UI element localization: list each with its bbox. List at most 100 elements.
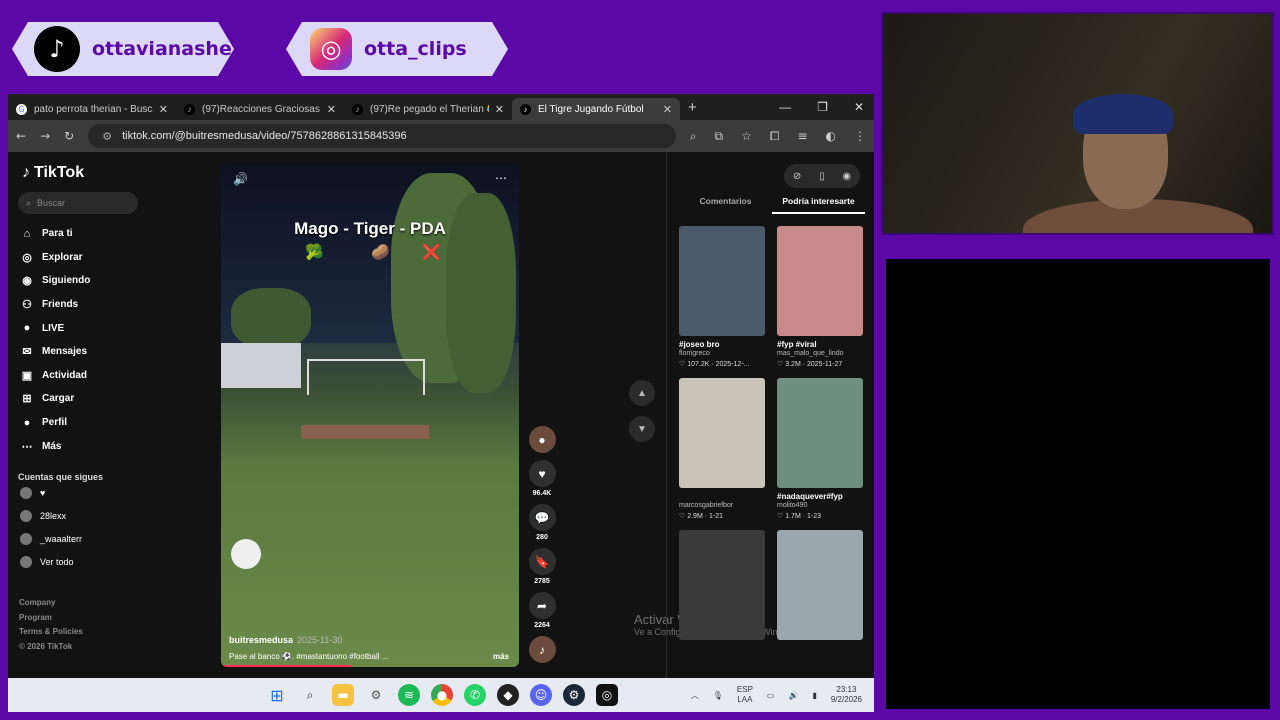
new-tab-button[interactable]: + (688, 99, 697, 116)
sound-disc[interactable]: ♪ (528, 636, 556, 663)
close-window-icon[interactable]: ✕ (854, 100, 864, 114)
search-input[interactable]: ⌕ Buscar (18, 192, 138, 214)
clock[interactable]: 23:13 9/2/2026 (831, 685, 862, 705)
recommended-video-card[interactable] (679, 530, 765, 674)
close-tab-icon[interactable]: ✕ (159, 103, 168, 116)
footer-link[interactable]: Program (19, 611, 83, 626)
nav-item-cargar[interactable]: ⊞ Cargar (18, 387, 138, 411)
following-item[interactable]: _waaalterr (18, 528, 138, 551)
video-thumbnail[interactable] (679, 226, 765, 336)
close-tab-icon[interactable]: ✕ (327, 103, 336, 116)
more-options-icon[interactable]: ⋯ (495, 171, 507, 185)
tray-overflow-icon[interactable]: ︿ (691, 690, 699, 701)
media-controls-icon[interactable]: ≡ (797, 129, 807, 144)
cast-icon[interactable]: ⧉ (715, 129, 724, 144)
recommended-video-card[interactable]: marcosgabrielbor ♡ 2.9M · 1-21 (679, 378, 765, 522)
action-2[interactable]: 🔖 2785 (528, 548, 556, 585)
search-icon[interactable]: ⌕ (299, 684, 321, 706)
nav-item-explorar[interactable]: ◎ Explorar (18, 246, 138, 270)
chrome-icon[interactable]: ● (431, 684, 453, 706)
tiktok-brand[interactable]: ♪ TikTok (22, 164, 138, 182)
action-3[interactable]: ➦ 2264 (528, 592, 556, 629)
action-1[interactable]: 💬 280 (528, 504, 556, 541)
nav-item-para-ti[interactable]: ⌂ Para ti (18, 222, 138, 246)
tab-tiktok-reacciones[interactable]: ♪ (97)Reacciones Graciosas de ✕ (176, 98, 344, 120)
maximize-icon[interactable]: ❐ (817, 100, 828, 114)
creator-avatar[interactable]: ● (528, 426, 556, 453)
mode-icon[interactable]: ⊘ (793, 171, 801, 182)
spotify-icon[interactable]: ≋ (398, 684, 420, 706)
tab-tiktok-therian[interactable]: ♪(97)Re pegado el Therian 😂 (✕ (344, 98, 512, 120)
keyboard-language[interactable]: ESP LAA (737, 685, 753, 705)
discord-icon[interactable]: ☺ (530, 684, 552, 706)
following-item[interactable]: ♥ (18, 482, 138, 505)
video-player[interactable]: 🔊 ⋯ Mago - Tiger - PDA 🥦 🥔 ❌ buitresmedu… (221, 163, 519, 667)
caption-more-link[interactable]: más (493, 652, 509, 661)
file-explorer-icon[interactable]: ▬ (332, 684, 354, 706)
bookmark-star-icon[interactable]: ☆ (741, 129, 752, 144)
user-avatar[interactable]: ◉ (842, 171, 851, 182)
profile-icon[interactable]: ◐ (826, 129, 836, 144)
action-icon[interactable]: 💬 (528, 504, 556, 531)
footer-link[interactable]: Terms & Policies (19, 625, 83, 640)
tab-podria-interesarte[interactable]: Podría interesarte (772, 196, 865, 214)
video-thumbnail[interactable] (777, 530, 863, 640)
action-icon[interactable]: ➦ (528, 592, 556, 619)
url-field[interactable]: ⚙ tiktok.com/@buitresmedusa/video/7578628… (88, 124, 676, 148)
recommended-video-card[interactable]: #fyp #viral mas_malo_que_lindo ♡ 3.2M · 20… (777, 226, 863, 370)
whatsapp-icon[interactable]: ✆ (464, 684, 486, 706)
nav-item-actividad[interactable]: ▣ Actividad (18, 364, 138, 388)
sound-disc-icon[interactable]: ♪ (528, 636, 556, 663)
footer-link[interactable]: Company (19, 596, 83, 611)
volume-icon[interactable]: 🔊 (233, 172, 248, 186)
nav-item-live[interactable]: ● LIVE (18, 316, 138, 340)
video-author[interactable]: buitresmedusa 2025-11-30 (229, 635, 342, 645)
microphone-icon[interactable]: 🎙 (713, 691, 723, 700)
game-app-icon[interactable]: ◆ (497, 684, 519, 706)
start-icon[interactable]: ⊞ (266, 684, 288, 706)
video-thumbnail[interactable] (777, 226, 863, 336)
battery-icon[interactable]: ▮ (812, 691, 816, 700)
video-thumbnail[interactable] (679, 378, 765, 488)
reload-icon[interactable]: ↻ (64, 129, 74, 143)
nav-item-mensajes[interactable]: ✉ Mensajes (18, 340, 138, 364)
network-icon[interactable]: ▭ (767, 691, 775, 700)
tab-tiktok-tigre[interactable]: ♪ El Tigre Jugando Fútbol ✕ (512, 98, 680, 120)
action-icon[interactable]: 🔖 (528, 548, 556, 575)
recommended-video-card[interactable]: #joseo bro flomgreco ♡ 107.2K · 2025-12-..… (679, 226, 765, 370)
tab-comentarios[interactable]: Comentarios (679, 196, 772, 214)
nav-item-friends[interactable]: ⚇ Friends (18, 293, 138, 317)
footer-link[interactable]: © 2026 TikTok (19, 640, 83, 655)
zoom-icon[interactable]: ⌕ (690, 129, 697, 144)
extensions-icon[interactable]: ⧠ (770, 129, 780, 144)
tab-google-search[interactable]: Gpato perrota therian - Buscar ✕ (8, 98, 176, 120)
video-thumbnail[interactable] (679, 530, 765, 640)
site-info-icon[interactable]: ⚙ (102, 130, 112, 143)
nav-item-perfil[interactable]: ● Perfil (18, 411, 138, 435)
nav-item-siguiendo[interactable]: ◉ Siguiendo (18, 269, 138, 293)
following-item[interactable]: 28lexx (18, 505, 138, 528)
following-item[interactable]: Ver todo (18, 551, 138, 574)
video-thumbnail[interactable] (777, 378, 863, 488)
nav-item-más[interactable]: ⋯ Más (18, 434, 138, 458)
settings-icon[interactable]: ⚙ (365, 684, 387, 706)
previous-video-icon[interactable]: ▲ (629, 380, 655, 406)
volume-icon[interactable]: 🔊 (788, 691, 798, 700)
card-title: #joseo bro (679, 340, 720, 349)
action-icon[interactable]: ♥ (528, 460, 556, 487)
device-icon[interactable]: ▯ (819, 171, 825, 182)
action-0[interactable]: ♥ 96.4K (528, 460, 556, 497)
recommended-video-card[interactable]: #nadaquever#fyp molito490 ♡ 1.7M · 1-23 (777, 378, 863, 522)
next-video-icon[interactable]: ▼ (629, 416, 655, 442)
video-progress-bar[interactable] (221, 665, 351, 667)
menu-icon[interactable]: ⋮ (854, 129, 866, 144)
back-icon[interactable]: ← (16, 129, 26, 143)
obs-icon[interactable]: ◎ (596, 684, 618, 706)
recommended-video-card[interactable] (777, 530, 863, 674)
explorar-icon: ◎ (22, 251, 32, 264)
steam-icon[interactable]: ⚙ (563, 684, 585, 706)
close-tab-icon[interactable]: ✕ (663, 103, 672, 116)
forward-icon[interactable]: → (40, 129, 50, 143)
minimize-icon[interactable]: — (779, 100, 791, 114)
close-tab-icon[interactable]: ✕ (495, 103, 504, 116)
